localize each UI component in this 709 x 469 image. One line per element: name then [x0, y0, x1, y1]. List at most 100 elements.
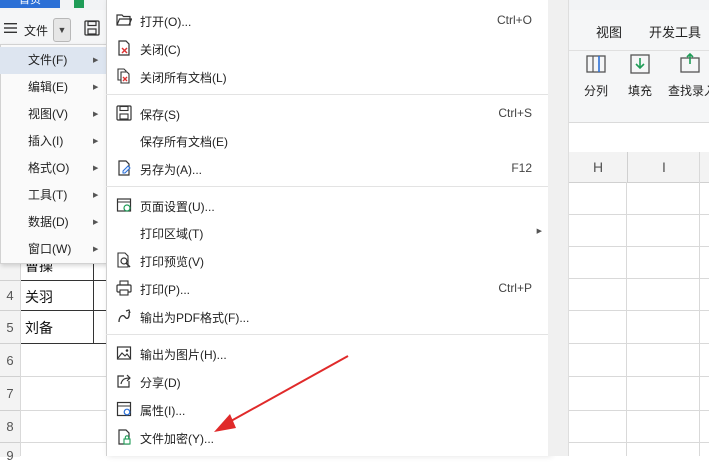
menu-item-open[interactable]: 打开(O)... Ctrl+O	[106, 6, 548, 34]
column-header-h[interactable]: H	[568, 152, 627, 182]
grid-line	[568, 214, 709, 215]
file-menu-button[interactable]: 文件	[24, 22, 48, 39]
menu-item-close[interactable]: 关闭(C)	[106, 34, 548, 62]
cell-name[interactable]: 刘备	[25, 318, 53, 338]
printer-icon	[116, 280, 132, 296]
grid-line	[568, 442, 709, 443]
menu-item-label: 数据(D)	[28, 215, 69, 229]
file-encrypt-icon	[118, 429, 131, 445]
folder-open-icon	[116, 14, 132, 26]
menu-item-save[interactable]: 保存(S) Ctrl+S	[106, 99, 548, 127]
chevron-down-icon[interactable]: ▼	[53, 18, 71, 42]
grid-line	[568, 278, 709, 279]
menu-item-window[interactable]: 窗口(W) ▶	[0, 236, 106, 263]
menu-item-label: 编辑(E)	[28, 80, 68, 94]
menu-item-label: 格式(O)	[28, 161, 70, 175]
column-header-i[interactable]: I	[627, 152, 700, 182]
menu-side-panel	[548, 0, 569, 456]
save-icon	[116, 105, 132, 121]
menu-item-label: 打印预览(V)	[140, 255, 204, 269]
grid-line	[568, 343, 709, 344]
chevron-right-icon: ▶	[536, 228, 542, 235]
row-header[interactable]: 5	[0, 310, 20, 344]
menu-item-label: 窗口(W)	[28, 242, 72, 256]
save-toolbar-icon[interactable]	[84, 20, 100, 36]
menu-separator	[106, 334, 548, 335]
split-columns-button[interactable]: 分列	[574, 48, 618, 99]
menu-item-print-preview[interactable]: 打印预览(V)	[106, 246, 548, 274]
properties-icon	[116, 401, 132, 417]
close-all-docs-icon	[117, 68, 130, 84]
shortcut-label: Ctrl+S	[498, 106, 532, 120]
menu-item-print-area[interactable]: 打印区域(T) ▶	[106, 218, 548, 246]
export-pdf-icon	[118, 309, 131, 323]
grid-line	[568, 410, 709, 411]
close-doc-icon	[118, 40, 130, 56]
menu-item-label: 打开(O)...	[140, 15, 192, 29]
menu-item-view[interactable]: 视图(V) ▶	[0, 101, 106, 128]
grid-line	[626, 182, 627, 456]
cell-border	[93, 252, 94, 343]
home-tab[interactable]: 首页	[0, 0, 60, 8]
grid-line	[20, 410, 106, 411]
menu-item-tools[interactable]: 工具(T) ▶	[0, 182, 106, 209]
menu-item-close-all[interactable]: 关闭所有文档(L)	[106, 62, 548, 90]
menu-item-save-all[interactable]: 保存所有文档(E)	[106, 126, 548, 154]
find-input-label: 查找录入	[668, 84, 709, 98]
grid-line	[20, 442, 106, 443]
menu-item-edit[interactable]: 编辑(E) ▶	[0, 74, 106, 101]
chevron-right-icon: ▶	[93, 138, 99, 145]
chevron-right-icon: ▶	[93, 111, 99, 118]
menu-item-page-setup[interactable]: 页面设置(U)...	[106, 191, 548, 219]
menu-separator	[106, 94, 548, 95]
print-preview-icon	[117, 252, 131, 268]
find-input-button[interactable]: 查找录入	[668, 48, 709, 99]
menu-item-label: 保存所有文档(E)	[140, 135, 228, 149]
menu-item-export-pdf[interactable]: 输出为PDF格式(F)...	[106, 302, 548, 330]
shortcut-label: F12	[511, 161, 532, 175]
grid-line	[568, 246, 709, 247]
menu-item-label: 属性(I)...	[140, 404, 186, 418]
menu-item-data[interactable]: 数据(D) ▶	[0, 209, 106, 236]
share-icon	[117, 374, 131, 388]
chevron-right-icon: ▶	[93, 165, 99, 172]
chevron-right-icon: ▶	[93, 219, 99, 226]
tab-developer[interactable]: 开发工具	[649, 22, 701, 41]
fill-down-button[interactable]: 填充	[618, 48, 662, 99]
menu-item-label: 页面设置(U)...	[140, 200, 215, 214]
chevron-right-icon: ▶	[93, 57, 99, 64]
menu-item-print[interactable]: 打印(P)... Ctrl+P	[106, 274, 548, 302]
export-image-icon	[116, 346, 132, 360]
hamburger-icon[interactable]	[4, 22, 18, 34]
menu-item-label: 关闭(C)	[140, 43, 181, 57]
document-tab-icon[interactable]	[74, 0, 84, 8]
menu-item-label: 打印区域(T)	[140, 227, 204, 241]
shortcut-label: Ctrl+P	[498, 281, 532, 295]
cell-name[interactable]: 关羽	[25, 287, 53, 307]
chevron-right-icon: ▶	[93, 192, 99, 199]
grid-line	[568, 376, 709, 377]
chevron-right-icon: ▶	[93, 246, 99, 253]
grid-line	[568, 310, 709, 311]
tab-view[interactable]: 视图	[596, 22, 622, 41]
fill-down-label: 填充	[627, 84, 652, 98]
menu-item-label: 打印(P)...	[140, 283, 190, 297]
row-header[interactable]: 8	[0, 410, 20, 443]
menu-item-label: 另存为(A)...	[140, 163, 202, 177]
save-as-icon	[118, 160, 131, 176]
menu-item-insert[interactable]: 插入(I) ▶	[0, 128, 106, 155]
cell-border	[20, 343, 106, 344]
menu-item-format[interactable]: 格式(O) ▶	[0, 155, 106, 182]
shortcut-label: Ctrl+O	[496, 13, 532, 27]
row-header[interactable]: 6	[0, 343, 20, 377]
menu-item-label: 工具(T)	[28, 188, 68, 202]
split-columns-icon	[586, 55, 606, 73]
split-columns-label: 分列	[583, 84, 608, 98]
row-header[interactable]: 7	[0, 376, 20, 411]
menu-item-save-as[interactable]: 另存为(A)... F12	[106, 154, 548, 182]
menu-item-file[interactable]: 文件(F) ▶	[0, 47, 106, 74]
row-header[interactable]: 4	[0, 280, 20, 311]
annotation-arrow-icon	[214, 355, 349, 432]
row-header[interactable]: 9	[0, 442, 20, 463]
menu-item-label: 视图(V)	[28, 107, 68, 121]
